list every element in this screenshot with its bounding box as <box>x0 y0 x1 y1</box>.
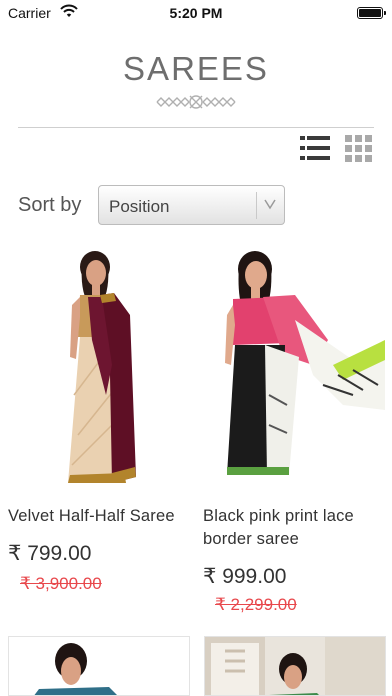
product-price: ₹ 999.00 <box>203 565 287 588</box>
product-image[interactable] <box>205 637 386 696</box>
dropdown-separator <box>256 192 257 219</box>
product-image[interactable] <box>8 245 193 490</box>
product-image[interactable] <box>9 637 190 696</box>
product-name[interactable]: Black pink print lace border saree <box>203 505 392 551</box>
battery-icon <box>357 7 386 19</box>
product-name[interactable]: Velvet Half-Half Saree <box>8 505 198 528</box>
grid-view-icon[interactable] <box>345 135 372 162</box>
sort-selected-value: Position <box>109 197 170 216</box>
sort-label: Sort by <box>18 194 82 216</box>
title-divider <box>18 127 374 128</box>
status-bar: Carrier 5:20 PM <box>0 0 392 28</box>
clock: 5:20 PM <box>169 5 223 21</box>
product-price: ₹ 799.00 <box>8 542 92 565</box>
product-card[interactable] <box>8 636 190 696</box>
product-old-price: ₹ 3,900.00 <box>20 574 102 593</box>
product-image[interactable] <box>203 245 388 490</box>
sort-dropdown[interactable]: Position <box>98 185 285 225</box>
title-ornament-icon <box>156 95 236 109</box>
list-view-icon[interactable] <box>300 136 330 160</box>
product-card[interactable] <box>204 636 386 696</box>
chevron-down-icon <box>264 199 276 210</box>
product-old-price: ₹ 2,299.00 <box>215 595 297 614</box>
page-title: SAREES <box>123 50 269 87</box>
